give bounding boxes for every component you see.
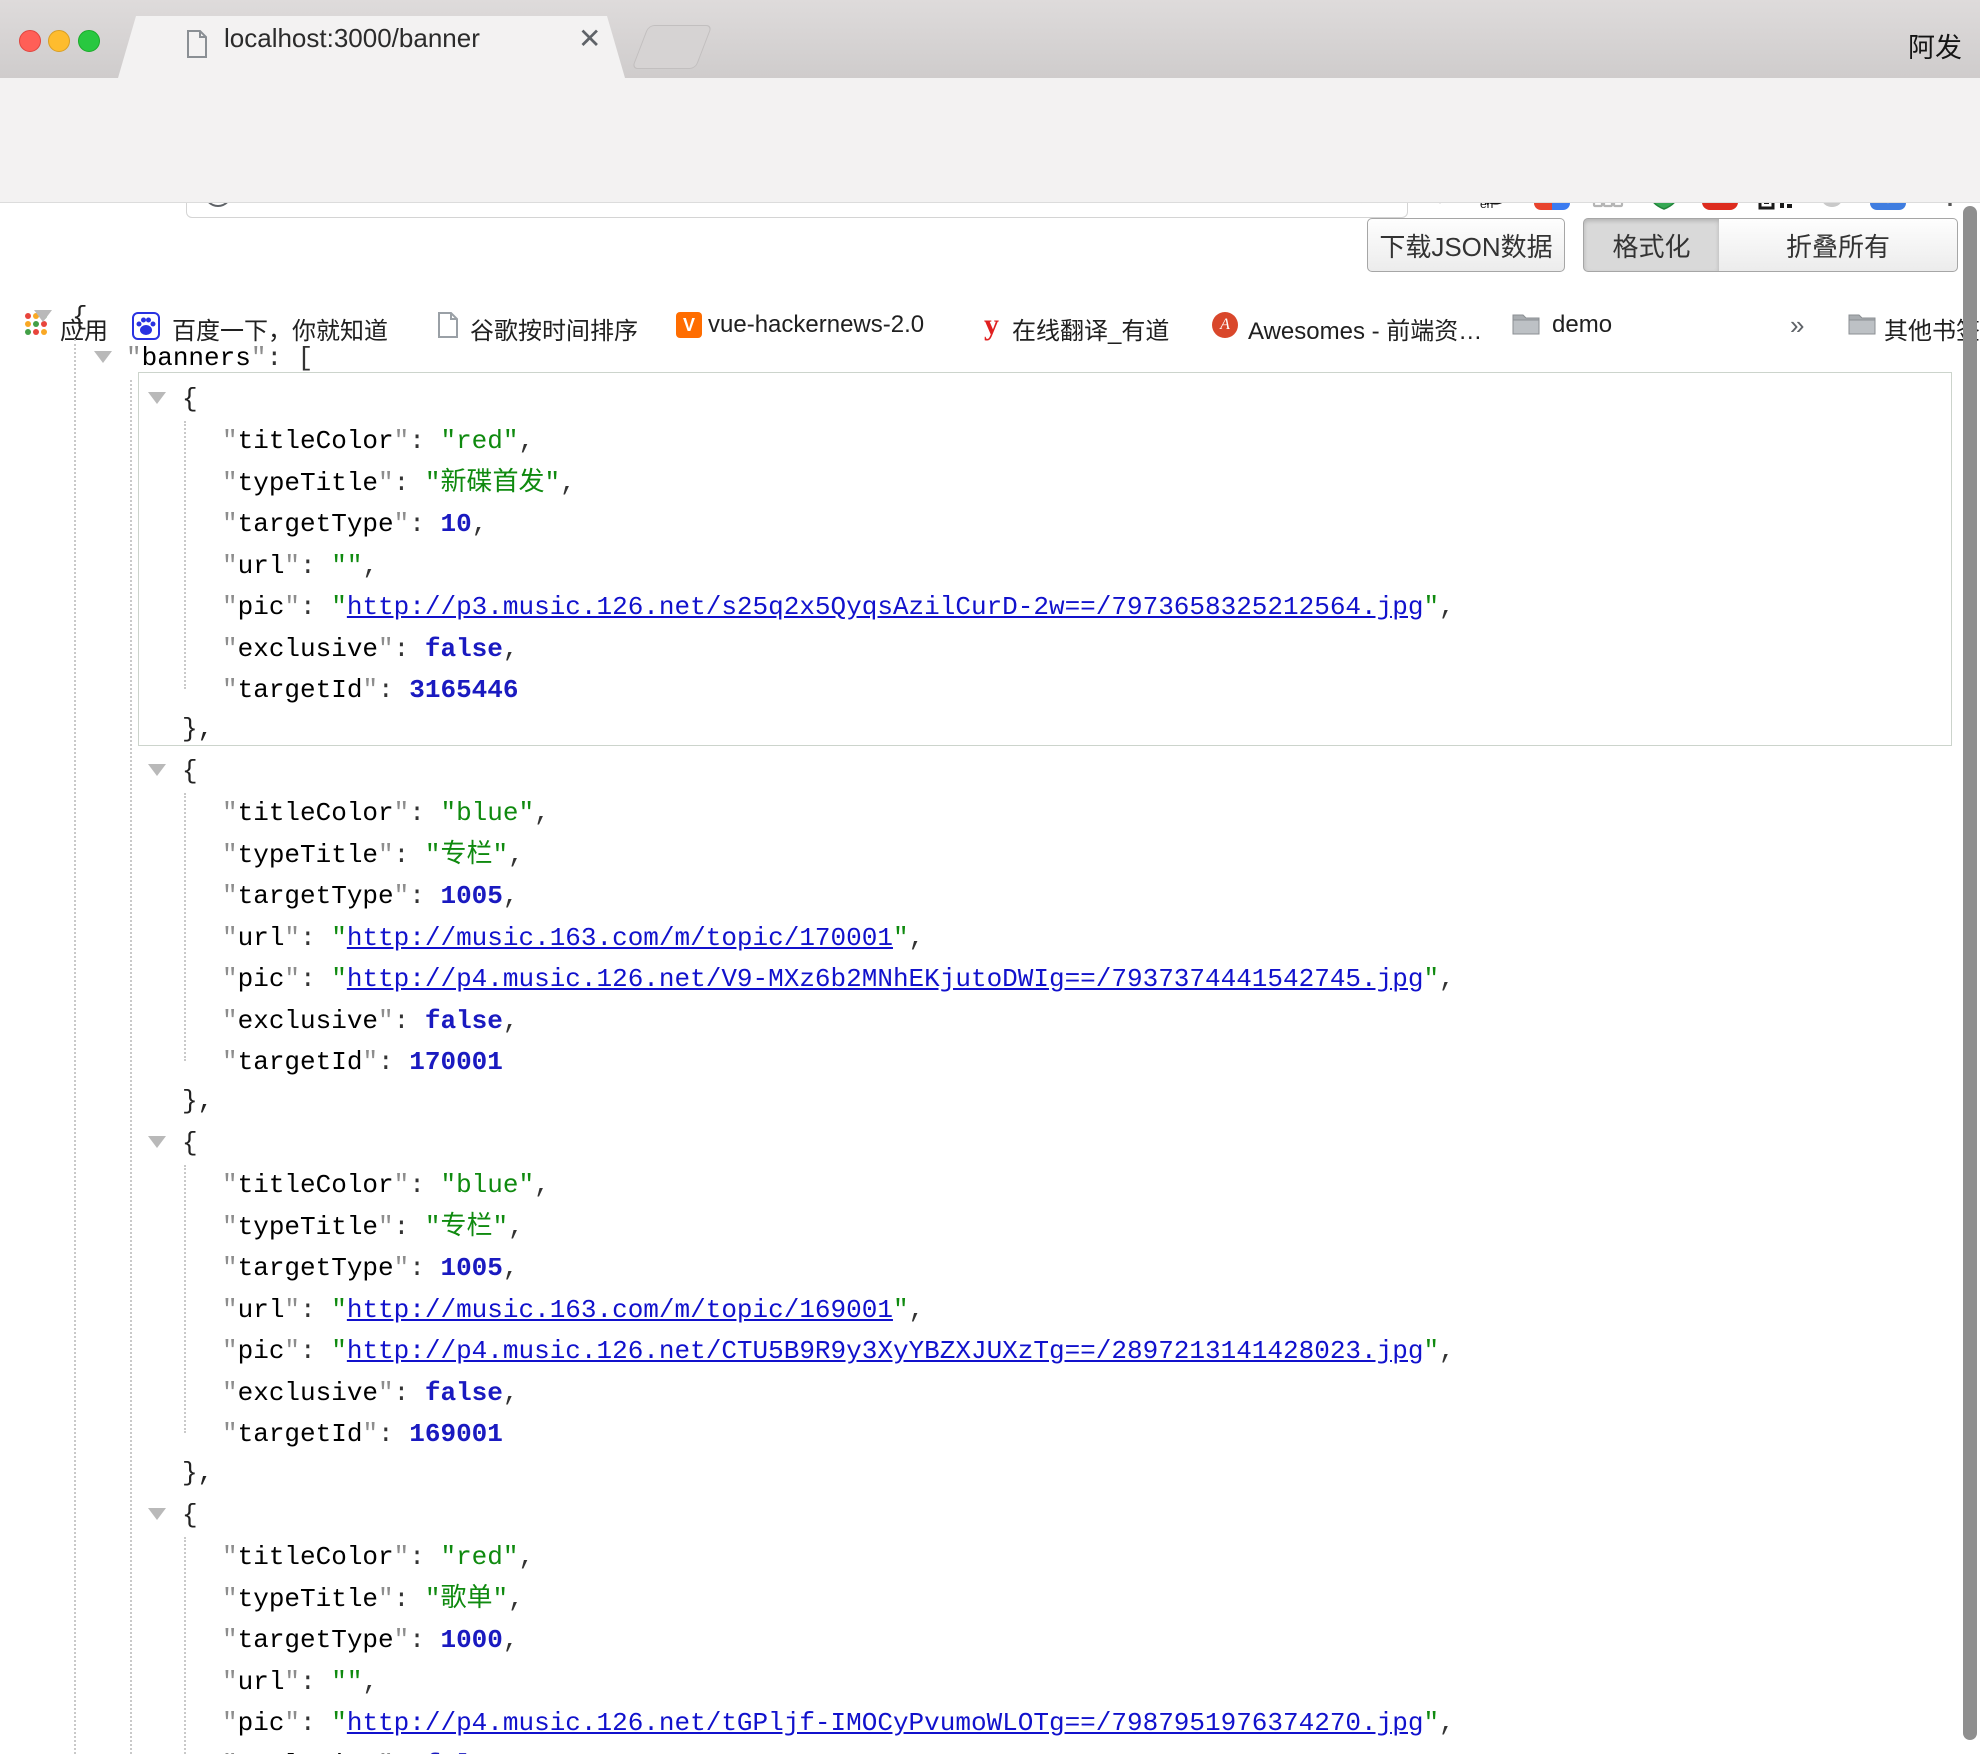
- json-field-targetType: "targetType": 10,: [222, 503, 487, 545]
- json-field-pic: "pic": "http://p4.music.126.net/V9-MXz6b…: [222, 958, 1455, 1000]
- new-tab-button[interactable]: [632, 25, 713, 69]
- json-url-link[interactable]: http://music.163.com/m/topic/170001: [347, 923, 893, 953]
- json-field-pic: "pic": "http://p4.music.126.net/CTU5B9R9…: [222, 1330, 1455, 1372]
- json-field-typeTitle: "typeTitle": "新碟首发",: [222, 462, 576, 504]
- json-url-link[interactable]: http://p4.music.126.net/tGPljf-IMOCyPvum…: [347, 1708, 1424, 1738]
- scrollbar-thumb[interactable]: [1963, 206, 1977, 1740]
- profile-name[interactable]: 阿发: [1908, 26, 1962, 65]
- json-field-exclusive: "exclusive": false,: [222, 1000, 519, 1042]
- collapse-toggle-icon[interactable]: [94, 351, 112, 363]
- collapse-toggle-icon[interactable]: [34, 310, 52, 322]
- json-field-titleColor: "titleColor": "red",: [222, 1536, 534, 1578]
- collapse-toggle-icon[interactable]: [148, 1508, 166, 1520]
- json-field-titleColor: "titleColor": "blue",: [222, 792, 550, 834]
- json-field-typeTitle: "typeTitle": "歌单",: [222, 1578, 524, 1620]
- indent-guide-line: [184, 1165, 186, 1433]
- collapse-toggle-icon[interactable]: [148, 1136, 166, 1148]
- json-object-close: },: [182, 1080, 213, 1122]
- json-object-close: },: [182, 1452, 213, 1494]
- json-field-targetType: "targetType": 1005,: [222, 1247, 519, 1289]
- json-url-link[interactable]: http://p4.music.126.net/V9-MXz6b2MNhEKju…: [347, 964, 1424, 994]
- bookmarks-bar: 应用百度一下，你就知道谷歌按时间排序Vvue-hackernews-2.0y在线…: [0, 150, 1980, 203]
- indent-guide-line: [74, 339, 76, 1754]
- json-field-typeTitle: "typeTitle": "专栏",: [222, 834, 524, 876]
- json-field-exclusive: "exclusive": false,: [222, 628, 519, 670]
- json-field-url: "url": "",: [222, 1661, 378, 1703]
- json-object-open: {: [182, 1122, 198, 1164]
- tab-close-icon[interactable]: ✕: [578, 22, 601, 55]
- json-field-pic: "pic": "http://p4.music.126.net/tGPljf-I…: [222, 1702, 1455, 1744]
- json-field-exclusive: "exclusive": false,: [222, 1372, 519, 1414]
- json-object-open: {: [182, 1494, 198, 1536]
- window-zoom-button[interactable]: [78, 30, 100, 52]
- json-field-url: "url": "http://music.163.com/m/topic/169…: [222, 1289, 924, 1331]
- json-field-targetType: "targetType": 1005,: [222, 875, 519, 917]
- json-field-titleColor: "titleColor": "red",: [222, 420, 534, 462]
- json-field-targetId: "targetId": 3165446: [222, 669, 518, 711]
- collapse-toggle-icon[interactable]: [148, 764, 166, 776]
- json-root-open: {: [72, 296, 88, 338]
- browser-toolbar: ← → ↻ i localhost:3000/banner ☆ 英enFET ⋮: [0, 78, 1980, 151]
- json-field-url: "url": "",: [222, 545, 378, 587]
- json-url-link[interactable]: http://music.163.com/m/topic/169001: [347, 1295, 893, 1325]
- json-field-exclusive: "exclusive": false,: [222, 1744, 519, 1754]
- tab-strip: localhost:3000/banner ✕ 阿发: [0, 0, 1980, 78]
- json-object-open: {: [182, 378, 198, 420]
- indent-guide-line: [184, 421, 186, 689]
- tab-title: localhost:3000/banner: [224, 23, 480, 54]
- indent-guide-line: [184, 793, 186, 1061]
- json-field-url: "url": "http://music.163.com/m/topic/170…: [222, 917, 924, 959]
- window-close-button[interactable]: [19, 30, 41, 52]
- indent-guide-line: [184, 1537, 186, 1754]
- json-viewer: {"banners": [{"titleColor": "red","typeT…: [0, 202, 1980, 1754]
- json-url-link[interactable]: http://p3.music.126.net/s25q2x5QyqsAzilC…: [347, 592, 1424, 622]
- json-field-pic: "pic": "http://p3.music.126.net/s25q2x5Q…: [222, 586, 1455, 628]
- json-key-banners: "banners": [: [126, 337, 313, 379]
- json-field-targetType: "targetType": 1000,: [222, 1619, 519, 1661]
- json-object-open: {: [182, 750, 198, 792]
- page-favicon-icon: [186, 30, 208, 63]
- json-field-typeTitle: "typeTitle": "专栏",: [222, 1206, 524, 1248]
- json-field-targetId: "targetId": 170001: [222, 1041, 503, 1083]
- collapse-toggle-icon[interactable]: [148, 392, 166, 404]
- json-object-close: },: [182, 708, 213, 750]
- json-field-titleColor: "titleColor": "blue",: [222, 1164, 550, 1206]
- json-field-targetId: "targetId": 169001: [222, 1413, 503, 1455]
- indent-guide-line: [130, 380, 132, 1754]
- json-url-link[interactable]: http://p4.music.126.net/CTU5B9R9y3XyYBZX…: [347, 1336, 1424, 1366]
- window-minimize-button[interactable]: [48, 30, 70, 52]
